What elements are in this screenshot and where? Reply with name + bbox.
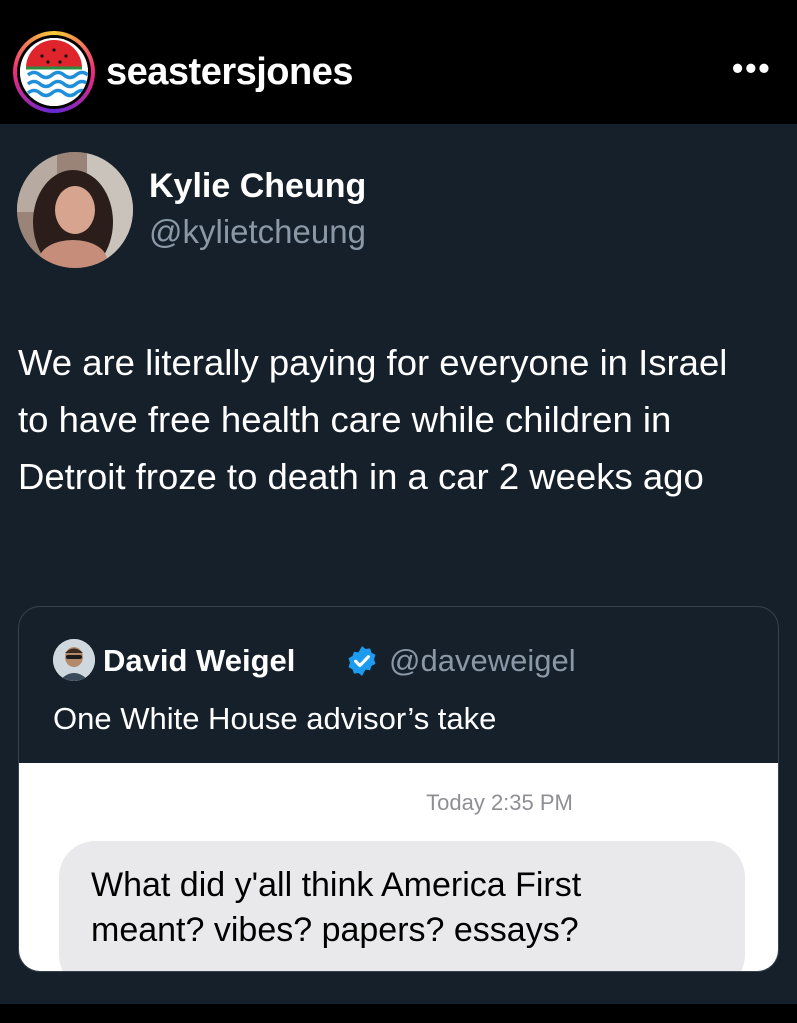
quoted-tweet[interactable]: David Weigel @daveweigel One White House… <box>18 606 779 972</box>
author-name[interactable]: Kylie Cheung <box>149 164 366 208</box>
message-screenshot-image[interactable]: Today 2:35 PM What did y'all think Ameri… <box>19 763 778 971</box>
message-text: What did y'all think America First meant?… <box>91 866 582 949</box>
verified-badge-icon <box>345 644 379 678</box>
more-options-icon[interactable]: ••• <box>732 52 772 84</box>
quoted-author-avatar[interactable] <box>53 639 95 681</box>
quoted-author-handle[interactable]: @daveweigel <box>389 639 576 683</box>
instagram-post-header: seastersjones ••• <box>0 0 797 124</box>
bottom-divider <box>0 1004 797 1023</box>
message-timestamp: Today 2:35 PM <box>426 790 573 815</box>
tweet-text: We are literally paying for everyone in … <box>18 342 728 497</box>
author-handle[interactable]: @kylietcheung <box>149 210 366 254</box>
watermelon-waves-icon <box>20 38 88 106</box>
quoted-tweet-text: One White House advisor’s take <box>53 701 497 736</box>
author-avatar[interactable] <box>17 152 133 268</box>
quoted-author-name[interactable]: David Weigel <box>103 639 295 683</box>
message-bubble: What did y'all think America First meant?… <box>59 841 745 971</box>
profile-avatar[interactable] <box>13 31 95 113</box>
instagram-username[interactable]: seastersjones <box>106 49 354 95</box>
tweet-card: Kylie Cheung @kylietcheung We are litera… <box>0 124 797 1004</box>
